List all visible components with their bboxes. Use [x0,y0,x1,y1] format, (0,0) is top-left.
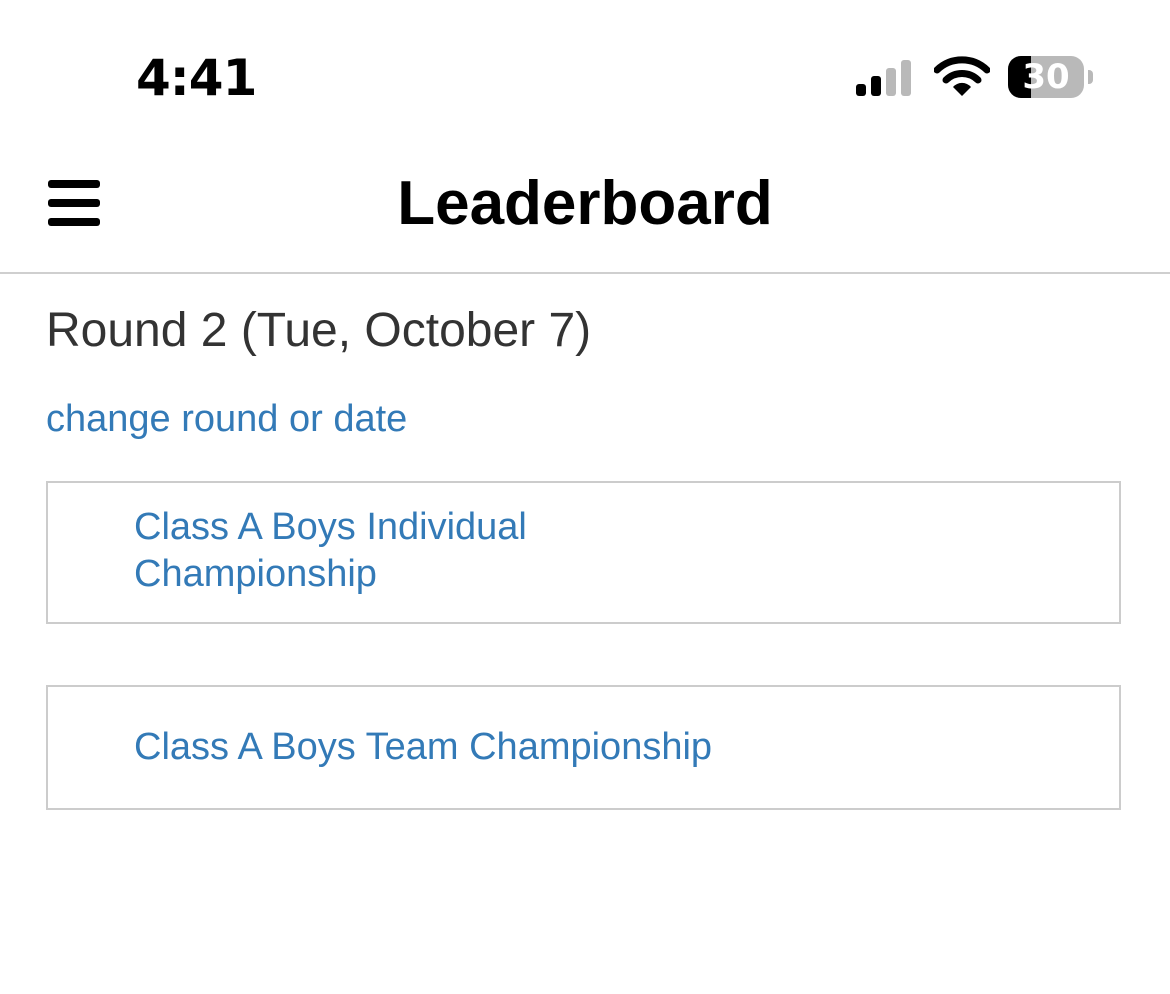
nav-bar: Leaderboard [0,140,1170,274]
round-title: Round 2 (Tue, October 7) [46,304,592,357]
status-bar: 4:41 30 [0,0,1170,140]
page-title: Leaderboard [397,169,773,238]
battery-icon: 30 [1008,56,1094,100]
cellular-signal-icon [856,58,916,98]
change-round-link[interactable]: change round or date [46,396,407,442]
leaderboard-item-label[interactable]: Class A Boys Individual Championship [134,504,654,598]
battery-tip [1088,70,1093,84]
leaderboard-item-team[interactable]: Class A Boys Team Championship [46,685,1121,810]
wifi-icon [933,56,991,100]
battery-body: 30 [1008,56,1084,98]
status-time: 4:41 [136,49,257,107]
leaderboard-item-label[interactable]: Class A Boys Team Championship [134,724,1034,771]
leaderboard-item-individual[interactable]: Class A Boys Individual Championship [46,481,1121,624]
battery-level: 30 [1022,57,1070,97]
